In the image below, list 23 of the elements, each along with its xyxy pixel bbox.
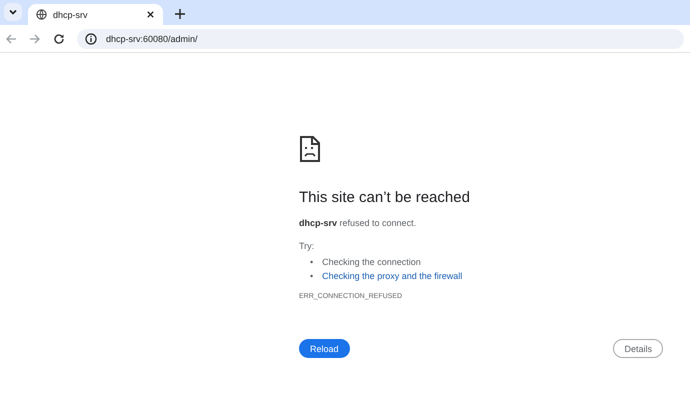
reload-icon[interactable] xyxy=(53,32,65,44)
error-message: dhcp-srv refused to connect. xyxy=(299,218,418,228)
bullet: • xyxy=(310,270,314,283)
suggestion-text: Checking the connection xyxy=(322,256,421,269)
sad-page-icon xyxy=(300,136,320,162)
suggestion-link[interactable]: Checking the proxy and the firewall xyxy=(322,269,462,283)
bullet: • xyxy=(310,256,314,269)
reload-button[interactable]: Reload xyxy=(299,339,350,358)
back-icon[interactable] xyxy=(5,32,17,44)
try-label: Try: xyxy=(299,241,316,251)
info-icon xyxy=(85,32,97,44)
url-text: dhcp-srv:60080/admin/ xyxy=(106,34,198,44)
tab-list-button[interactable] xyxy=(4,3,22,21)
new-tab-icon[interactable] xyxy=(175,9,185,19)
globe-icon xyxy=(36,9,47,20)
chevron-down-icon xyxy=(8,7,18,17)
forward-icon[interactable] xyxy=(29,32,41,44)
close-icon[interactable] xyxy=(146,10,155,19)
tab-title: dhcp-srv xyxy=(53,10,89,20)
address-bar[interactable]: dhcp-srv:60080/admin/ xyxy=(77,28,684,48)
error-heading: This site can’t be reached xyxy=(299,189,471,206)
browser-tab[interactable]: dhcp-srv xyxy=(28,4,163,25)
details-button[interactable]: Details xyxy=(613,339,663,358)
